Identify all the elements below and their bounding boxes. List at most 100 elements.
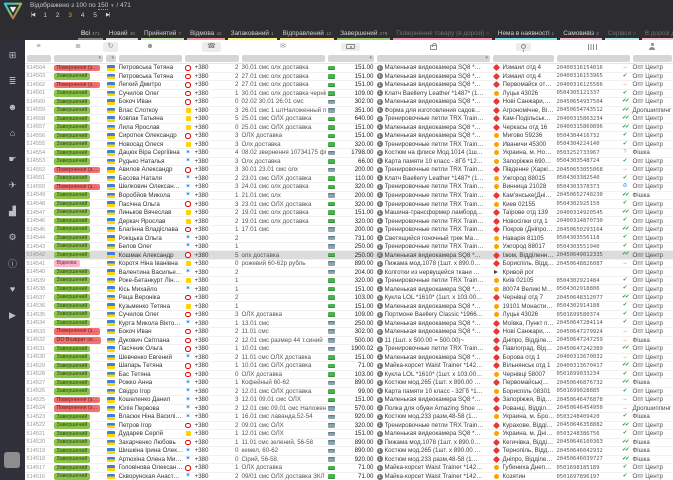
table-row[interactable]: 514551 Завершений Басова Наталя +380 223.01 … bbox=[25, 174, 673, 184]
phone-number[interactable]: +380 bbox=[193, 439, 228, 447]
filter-input-manager[interactable] bbox=[632, 54, 672, 62]
table-row[interactable]: 514558 Завершений Ковпак Татьяна +380 5 25.01… bbox=[25, 115, 673, 124]
sidebar-item-video[interactable]: ▶ bbox=[0, 302, 25, 328]
tracking-number[interactable]: 0504303378373 bbox=[555, 183, 619, 191]
phone-number[interactable]: +380 bbox=[193, 217, 228, 225]
tracking-number[interactable]: 20400315863234 bbox=[555, 115, 619, 123]
filter-input-sync[interactable]: ▾ bbox=[105, 54, 116, 62]
sidebar-item-dashboard[interactable]: ⊞ bbox=[0, 42, 25, 68]
phone-number[interactable]: +380 bbox=[193, 73, 228, 81]
table-row[interactable]: 514539 Завершений Роке-Бетанкурт Лін… +380 1… bbox=[25, 276, 673, 286]
tracking-number[interactable]: 20400316154016 bbox=[555, 64, 619, 72]
phone-number[interactable]: +380 bbox=[193, 345, 228, 353]
sidebar-item-clients[interactable]: ☻ bbox=[0, 94, 25, 120]
table-row[interactable]: 514546 Завершений Деркач Ярослав +380 2 19.01… bbox=[25, 217, 673, 226]
tab-sent[interactable]: Відправлений 12 bbox=[279, 30, 335, 40]
phone-number[interactable]: +380 bbox=[193, 124, 228, 132]
tracking-number[interactable]: 0504302925150 bbox=[555, 200, 619, 208]
phone-number[interactable]: +380 bbox=[193, 473, 228, 480]
filter-input-client[interactable] bbox=[118, 54, 182, 62]
table-row[interactable]: 514544 Завершений Рокіцька Ольга +380 2 731.0… bbox=[25, 234, 673, 243]
first-page-button[interactable]: |◀ bbox=[31, 12, 35, 18]
header-col-sync[interactable]: ↻ bbox=[102, 40, 119, 53]
table-row[interactable]: 514524Повернення (з…Юлія Первова+380212.… bbox=[25, 404, 673, 414]
header-col-comment[interactable]: ✉ bbox=[240, 40, 326, 53]
page-button-4[interactable]: 4 bbox=[81, 12, 85, 19]
sidebar-item-statistics[interactable]: ▟ bbox=[0, 198, 25, 224]
sidebar-item-telephony[interactable]: ☛ bbox=[0, 146, 25, 172]
phone-number[interactable]: +380 bbox=[193, 149, 228, 157]
tracking-number[interactable]: 0504304224140 bbox=[555, 141, 619, 149]
phone-number[interactable]: +380 bbox=[193, 81, 228, 89]
phone-number[interactable]: +380 bbox=[193, 311, 228, 319]
tracking-number[interactable] bbox=[555, 268, 619, 276]
table-row[interactable]: 514533 Повернення (з… Бокоч Иван +380 2 11.01… bbox=[25, 327, 673, 337]
table-row[interactable]: 514549ЗавершенийВоробйов Микола+380121.0… bbox=[25, 191, 673, 201]
table-row[interactable]: 514540 Завершений Валентина Василье… +380 2 2… bbox=[25, 268, 673, 277]
tracking-number[interactable]: 20450646042932 bbox=[555, 447, 619, 455]
tracking-number[interactable]: 20450648312077 bbox=[555, 294, 619, 302]
tracking-number[interactable]: 20450646039727 bbox=[555, 456, 619, 464]
table-row[interactable]: 514529 Завершений Шапарь Тетяна +380 1 10.01 … bbox=[25, 362, 673, 371]
table-row[interactable]: 514530 Завершений Шевченко Евгений +380 211.… bbox=[25, 353, 673, 363]
phone-number[interactable]: +380 bbox=[193, 226, 228, 234]
tab-completed[interactable]: Завершений 278 bbox=[337, 30, 391, 40]
phone-number[interactable]: +380 bbox=[193, 430, 228, 438]
table-row[interactable]: 514553 Завершений Рудько Наталья +380 3Олх д… bbox=[25, 157, 673, 167]
tracking-number[interactable]: 20400313670417 bbox=[555, 362, 619, 370]
page-size-selector[interactable]: 150 bbox=[97, 2, 109, 10]
table-row[interactable]: 514523 Завершений Власюк Ніна Василі… +380 1… bbox=[25, 413, 673, 422]
sidebar-item-info[interactable]: ⓘ bbox=[0, 250, 25, 276]
header-col-payment[interactable] bbox=[326, 40, 375, 53]
phone-number[interactable]: +380 bbox=[193, 362, 228, 370]
phone-number[interactable]: +380 bbox=[193, 422, 228, 430]
tracking-number[interactable]: 20450646454950 bbox=[555, 405, 619, 413]
header-col-ttn[interactable] bbox=[555, 40, 631, 53]
page-button-2[interactable]: 2 bbox=[56, 12, 60, 19]
phone-number[interactable]: +380 bbox=[193, 64, 228, 72]
tracking-number[interactable]: 20450647279924 bbox=[555, 328, 619, 336]
filter-input-products[interactable]: ▾ bbox=[376, 54, 490, 62]
table-row[interactable]: 514561 Завершений Сучилов Олег +380 1 30.01 с… bbox=[25, 89, 673, 99]
tracking-number[interactable]: 0501699028885 bbox=[555, 388, 619, 396]
phone-number[interactable]: +380 bbox=[193, 302, 228, 310]
tracking-number[interactable]: 0501699033234 bbox=[555, 371, 619, 379]
phone-number[interactable]: +380 bbox=[193, 396, 228, 404]
phone-number[interactable]: +380 bbox=[193, 388, 228, 396]
table-row[interactable]: 514527ЗавершенийРожко Анна+3801Кофейный … bbox=[25, 379, 673, 388]
sidebar-item-orders[interactable]: ≣ bbox=[0, 68, 25, 94]
tracking-number[interactable]: 20450654937504 bbox=[555, 98, 619, 106]
phone-number[interactable]: +380 bbox=[193, 328, 228, 336]
tab-return-transit[interactable]: Повернення товару (в дорозі) 0 bbox=[393, 30, 492, 40]
filter-input-status[interactable]: ▾ bbox=[53, 54, 103, 62]
page-button-1[interactable]: 1 bbox=[43, 12, 47, 19]
table-row[interactable]: 514562 Повернення (з… Легкий Дмитро +380 2 27… bbox=[25, 81, 673, 90]
table-row[interactable]: 514538ЗавершенийКісь Михайло+3801151.001… bbox=[25, 285, 673, 294]
tab-pickup[interactable]: Самовивіз 2 bbox=[560, 30, 602, 40]
phone-number[interactable]: +380 bbox=[193, 166, 228, 174]
tracking-number[interactable]: 0504303556118 bbox=[555, 234, 619, 242]
tab-all[interactable]: Всі 471 bbox=[78, 30, 103, 40]
table-row[interactable]: 514552 Повернення (з… Авилов Александр +380… bbox=[25, 166, 673, 175]
phone-number[interactable]: +380 bbox=[193, 192, 228, 200]
sidebar-item-warehouse[interactable]: ⌂ bbox=[0, 120, 25, 146]
last-page-button[interactable]: ▶| bbox=[106, 12, 110, 18]
phone-number[interactable]: +380 bbox=[193, 209, 228, 217]
table-row[interactable]: 514534 Завершений Курта Микола Вікто… +380 1… bbox=[25, 319, 673, 328]
table-row[interactable]: 514520 Завершений Захарченко Любовь +380 1 11… bbox=[25, 438, 673, 448]
table-row[interactable]: 514535 Завершений Сучилов Олег +380 3 ОЛХ дос… bbox=[25, 310, 673, 320]
header-col-status[interactable]: ≣ bbox=[52, 40, 104, 53]
phone-number[interactable]: +380 bbox=[193, 354, 228, 362]
tracking-number[interactable]: 0504305121337 bbox=[555, 90, 619, 98]
page-button-5[interactable]: 5 bbox=[93, 12, 97, 19]
sidebar-item-support[interactable]: ♥ bbox=[0, 276, 25, 302]
tracking-number[interactable]: 20450648826087 bbox=[555, 260, 619, 268]
phone-number[interactable]: +380 bbox=[193, 115, 228, 123]
tab-new[interactable]: Новий 48 bbox=[105, 30, 138, 40]
table-row[interactable]: 514522 Завершений Петров Ігор +380 2 09.01 см… bbox=[25, 421, 673, 431]
tracking-number[interactable]: 20450647284114 bbox=[555, 319, 619, 327]
tracking-number[interactable]: 20400315860896 bbox=[555, 124, 619, 132]
table-row[interactable]: 514528 Завершений Бас Тетяна +380 0 ОЛХ доста… bbox=[25, 370, 673, 380]
table-row[interactable]: 514547 Завершений Линьков Вячеслав +380 2 19.… bbox=[25, 208, 673, 218]
tracking-number[interactable]: 20400314920545 bbox=[555, 209, 619, 217]
